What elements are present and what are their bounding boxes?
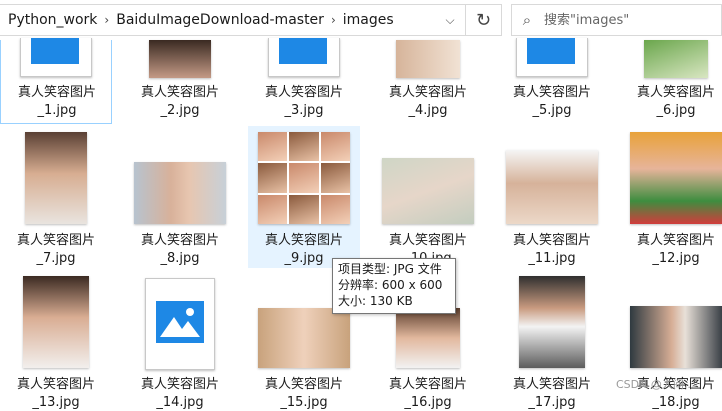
thumbnail: [630, 132, 722, 224]
file-name: 真人笑容图片: [140, 85, 219, 100]
file-name: 真人笑容图片: [264, 377, 343, 392]
file-name: 真人笑容图片: [17, 85, 96, 100]
file-name-ext: _18.jpg: [652, 395, 700, 410]
file-item[interactable]: 真人笑容图片 _7.jpg: [0, 126, 112, 268]
file-name: 真人笑容图片: [636, 85, 715, 100]
file-name: 真人笑容图片: [264, 85, 343, 100]
thumbnail: [630, 306, 722, 368]
watermark: CSDN @人间...: [616, 378, 695, 391]
image-file-icon: [20, 38, 92, 77]
thumbnail: [382, 158, 474, 224]
file-name: 真人笑容图片: [512, 233, 591, 248]
search-box[interactable]: ⌕: [511, 4, 722, 36]
file-name-ext: _5.jpg: [532, 103, 572, 118]
thumbnail: [396, 40, 460, 78]
file-name-ext: _12.jpg: [652, 251, 700, 266]
file-name-ext: _17.jpg: [528, 395, 576, 410]
file-item[interactable]: 真人笑容图片 _8.jpg: [124, 126, 236, 268]
chevron-right-icon[interactable]: ›: [331, 13, 336, 27]
thumbnail: [258, 308, 350, 368]
file-name-ext: _4.jpg: [408, 103, 448, 118]
file-name: 真人笑容图片: [512, 85, 591, 100]
file-name-ext: _3.jpg: [284, 103, 324, 118]
file-name: 真人笑容图片: [16, 233, 95, 248]
refresh-button[interactable]: ↻: [466, 4, 502, 36]
file-name-ext: _16.jpg: [404, 395, 452, 410]
thumbnail: [149, 40, 211, 78]
thumbnail: [258, 132, 350, 224]
file-item[interactable]: 真人笑容图片 _10.jpg: [372, 126, 484, 268]
file-item[interactable]: 真人笑容图片 _1.jpg: [0, 38, 112, 124]
refresh-icon: ↻: [475, 9, 492, 31]
file-name-ext: _11.jpg: [528, 251, 576, 266]
file-item[interactable]: 真人笑容图片 _2.jpg: [124, 40, 236, 124]
breadcrumb-python-work[interactable]: Python_work: [8, 12, 97, 28]
address-bar[interactable]: Python_work › BaiduImageDownload-master …: [0, 4, 466, 36]
file-name: 真人笑容图片: [636, 233, 715, 248]
image-file-icon: [516, 38, 588, 77]
file-name: 真人笑容图片: [16, 377, 95, 392]
thumbnail: [519, 276, 585, 368]
file-name: 真人笑容图片: [388, 377, 467, 392]
chevron-down-icon[interactable]: ⌵: [436, 5, 464, 35]
file-item[interactable]: 真人笑容图片 _12.jpg: [620, 126, 722, 268]
file-name-ext: _6.jpg: [656, 103, 696, 118]
thumbnail: [506, 150, 598, 224]
thumbnail: [644, 40, 708, 78]
chevron-right-icon[interactable]: ›: [104, 13, 109, 27]
image-file-icon: [145, 278, 215, 370]
file-item[interactable]: 真人笑容图片 _11.jpg: [496, 126, 608, 268]
file-name: 真人笑容图片: [512, 377, 591, 392]
thumbnail: [396, 308, 460, 368]
file-name: 真人笑容图片: [140, 233, 219, 248]
file-name: 真人笑容图片: [388, 233, 467, 248]
file-item[interactable]: 真人笑容图片 _13.jpg: [0, 270, 112, 410]
image-file-icon: [268, 38, 340, 77]
file-name-ext: _13.jpg: [32, 395, 80, 410]
search-icon: ⌕: [522, 11, 532, 29]
file-item[interactable]: 真人笑容图片 _14.jpg: [124, 270, 236, 410]
file-name: 真人笑容图片: [264, 233, 343, 248]
thumbnail: [25, 132, 87, 224]
file-item[interactable]: 真人笑容图片 _5.jpg: [496, 38, 608, 124]
file-name-ext: _15.jpg: [280, 395, 328, 410]
file-name-ext: _8.jpg: [160, 251, 200, 266]
toolbar: Python_work › BaiduImageDownload-master …: [0, 0, 722, 40]
thumbnail: [134, 162, 226, 224]
file-info-tooltip: 项目类型: JPG 文件 分辨率: 600 x 600 大小: 130 KB: [332, 258, 456, 314]
tooltip-resolution: 分辨率: 600 x 600: [338, 278, 443, 292]
file-item[interactable]: 真人笑容图片 _17.jpg: [496, 270, 608, 410]
thumbnail: [23, 276, 89, 368]
breadcrumb-baiduimagedownload[interactable]: BaiduImageDownload-master: [116, 12, 324, 28]
file-name: 真人笑容图片: [140, 377, 219, 392]
file-name: 真人笑容图片: [388, 85, 467, 100]
search-input[interactable]: [542, 11, 716, 29]
file-item-selected[interactable]: 真人笑容图片 _9.jpg: [248, 126, 360, 268]
tooltip-type: 项目类型: JPG 文件: [338, 262, 442, 276]
tooltip-size: 大小: 130 KB: [338, 294, 413, 308]
file-name-ext: _1.jpg: [37, 103, 77, 118]
breadcrumb: Python_work › BaiduImageDownload-master …: [8, 5, 394, 35]
breadcrumb-images[interactable]: images: [343, 12, 394, 28]
file-item[interactable]: 真人笑容图片 _3.jpg: [248, 38, 360, 124]
file-item[interactable]: 真人笑容图片 _4.jpg: [372, 40, 484, 124]
file-name-ext: _2.jpg: [160, 103, 200, 118]
file-item[interactable]: 真人笑容图片 _6.jpg: [620, 40, 722, 124]
file-name-ext: _14.jpg: [156, 395, 204, 410]
file-name-ext: _7.jpg: [36, 251, 76, 266]
